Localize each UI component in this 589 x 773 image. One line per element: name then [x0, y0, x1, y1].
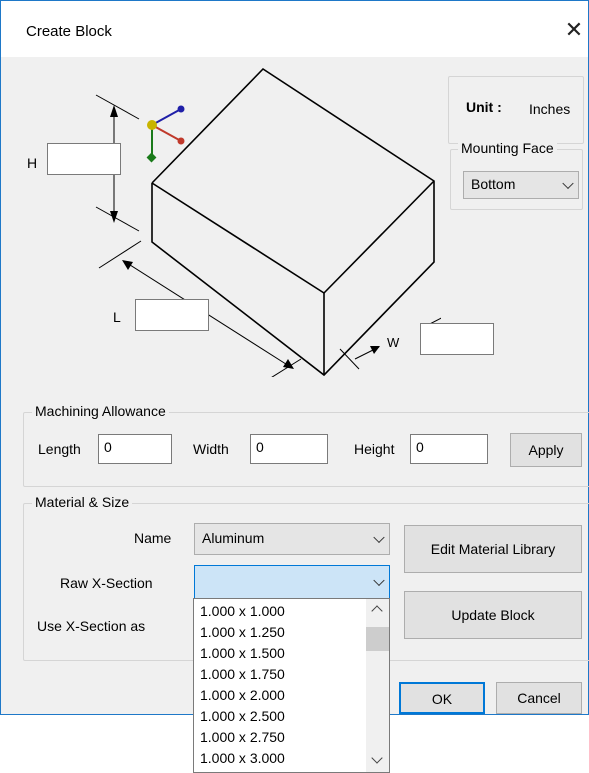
list-item[interactable]: 1.000 x 1.000: [200, 601, 285, 621]
machining-allowance-group: Machining Allowance Length 0 Width 0 Hei…: [23, 403, 589, 487]
machining-length-label: Length: [38, 441, 81, 457]
list-item[interactable]: 1.000 x 3.000: [200, 748, 285, 768]
update-block-button[interactable]: Update Block: [404, 591, 582, 639]
scrollbar[interactable]: [366, 599, 389, 772]
use-xsection-label: Use X-Section as: [37, 618, 146, 634]
raw-xsection-select[interactable]: [194, 565, 390, 599]
machining-allowance-legend: Machining Allowance: [32, 403, 169, 419]
height-input[interactable]: [47, 143, 121, 175]
machining-width-input[interactable]: 0: [250, 434, 328, 464]
mounting-face-select[interactable]: Bottom: [463, 171, 579, 199]
length-input[interactable]: [135, 299, 209, 331]
scroll-down-icon[interactable]: [371, 752, 383, 764]
x-axis-handle: [177, 137, 185, 145]
machining-height-label: Height: [354, 441, 395, 457]
list-item[interactable]: 1.000 x 2.750: [200, 727, 285, 747]
y-axis-handle: [146, 152, 157, 163]
width-input[interactable]: [420, 323, 494, 355]
unit-label: Unit :: [466, 99, 502, 115]
unit-value: Inches: [529, 101, 571, 117]
block-diagram: [95, 67, 441, 377]
origin-handle: [147, 120, 157, 130]
chevron-down-icon: [373, 531, 385, 544]
chevron-down-icon: [373, 574, 385, 587]
mounting-face-value: Bottom: [471, 176, 516, 192]
close-icon[interactable]: ✕: [557, 13, 589, 47]
list-item[interactable]: 1.000 x 2.500: [200, 706, 285, 726]
l-label: L: [113, 309, 121, 325]
mounting-face-legend: Mounting Face: [458, 140, 557, 156]
title-bar: Create Block ✕: [1, 1, 588, 57]
xsection-dropdown-list[interactable]: 1.000 x 1.000 1.000 x 1.250 1.000 x 1.50…: [193, 598, 390, 773]
w-label: W: [387, 335, 400, 350]
chevron-down-icon: [562, 177, 574, 190]
h-label: H: [27, 155, 38, 171]
machining-width-label: Width: [193, 441, 229, 457]
material-name-label: Name: [134, 530, 172, 546]
mounting-face-group: Mounting Face Bottom: [450, 140, 583, 210]
dialog-title: Create Block: [26, 23, 112, 40]
material-name-value: Aluminum: [202, 530, 265, 546]
machining-height-input[interactable]: 0: [410, 434, 488, 464]
material-size-legend: Material & Size: [32, 494, 133, 510]
ok-button[interactable]: OK: [399, 682, 485, 714]
list-item[interactable]: 1.000 x 1.750: [200, 664, 285, 684]
cancel-button[interactable]: Cancel: [496, 682, 582, 714]
raw-xsection-label: Raw X-Section: [60, 575, 153, 591]
unit-box: Unit : Inches: [448, 76, 584, 144]
list-item[interactable]: 1.000 x 2.000: [200, 685, 285, 705]
scrollbar-thumb[interactable]: [366, 627, 389, 651]
material-name-select[interactable]: Aluminum: [194, 523, 390, 555]
machining-length-input[interactable]: 0: [98, 434, 172, 464]
axis-gizmo: [146, 105, 185, 163]
edit-material-library-button[interactable]: Edit Material Library: [404, 525, 582, 573]
z-axis-handle: [177, 105, 185, 113]
scroll-up-icon[interactable]: [371, 605, 383, 617]
list-item[interactable]: 1.000 x 1.250: [200, 622, 285, 642]
apply-button[interactable]: Apply: [510, 433, 582, 467]
list-item[interactable]: 1.000 x 1.500: [200, 643, 285, 663]
